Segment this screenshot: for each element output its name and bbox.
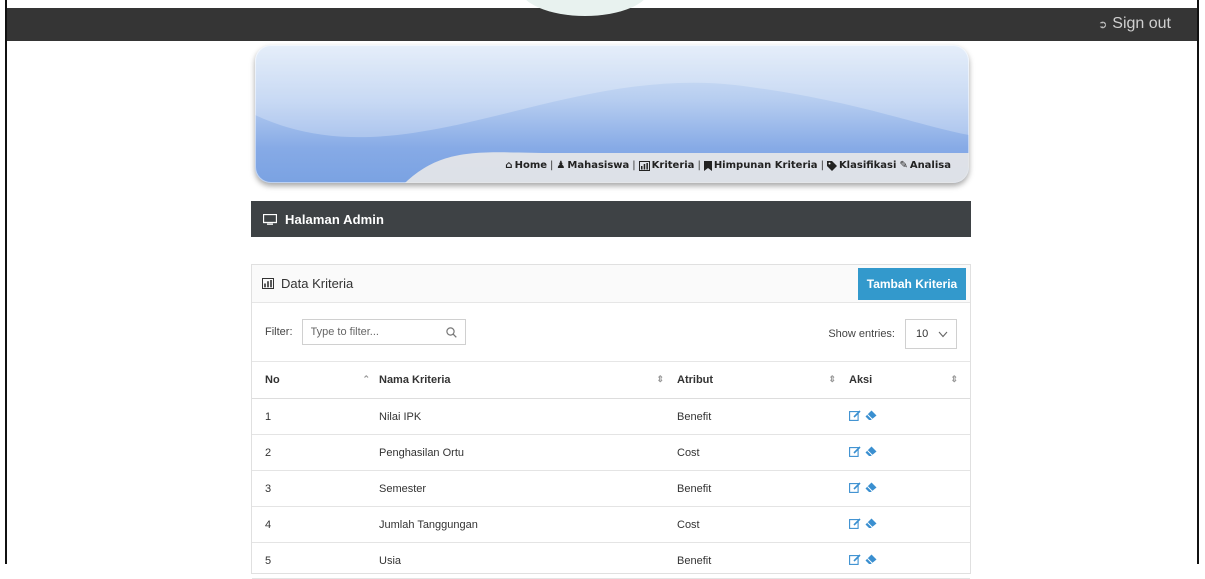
users-icon: ♟ (556, 160, 566, 171)
cell-no: 1 (252, 398, 378, 435)
cell-no: 3 (252, 470, 378, 507)
cell-aksi (848, 506, 970, 543)
sign-out-label: Sign out (1112, 15, 1171, 32)
edit-icon[interactable] (849, 409, 861, 421)
add-kriteria-button[interactable]: Tambah Kriteria (858, 268, 966, 300)
bookmark-icon (703, 160, 712, 171)
column-header-label: No (265, 374, 280, 386)
search-icon (445, 326, 457, 338)
cell-no: 4 (252, 506, 378, 543)
table-row: 4 Jumlah Tanggungan Cost (252, 506, 970, 543)
panel-title-text: Data Kriteria (281, 276, 354, 291)
filter-input[interactable] (310, 326, 441, 338)
entries-value: 10 (916, 328, 929, 340)
edit-icon[interactable] (849, 517, 861, 529)
pencil-icon: ✎ (899, 160, 908, 171)
edit-icon[interactable] (849, 481, 861, 493)
cell-atribut: Benefit (676, 398, 848, 435)
cell-nama: Nilai IPK (378, 398, 676, 435)
erase-icon[interactable] (865, 482, 877, 493)
column-header-label: Aksi (849, 374, 873, 386)
kriteria-table: No ⌃ Nama Kriteria ⇕ Atribut ⇕ Aksi ⇕ 1 … (252, 362, 970, 579)
cell-nama: Penghasilan Ortu (378, 434, 676, 471)
column-header-aksi[interactable]: Aksi ⇕ (848, 362, 970, 399)
table-row: 5 Usia Benefit (252, 542, 970, 579)
main-nav: ⌂ Home | ♟ Mahasiswa | Kriteria | Himpun… (505, 160, 951, 171)
nav-analisa-label: Analisa (909, 160, 951, 171)
column-header-label: Nama Kriteria (379, 374, 451, 386)
edit-icon[interactable] (849, 445, 861, 457)
window-frame-right (1197, 0, 1205, 564)
nav-mahasiswa[interactable]: ♟ Mahasiswa (556, 160, 629, 171)
sort-icon: ⇕ (656, 374, 664, 384)
bar-chart-icon (262, 278, 274, 289)
panel-title: Data Kriteria (262, 276, 353, 291)
panel-header: Data Kriteria Tambah Kriteria (252, 265, 970, 303)
entries-label: Show entries: (828, 328, 895, 340)
nav-kriteria[interactable]: Kriteria (638, 160, 695, 171)
table-toolbar: Filter: Show entries: 10 (252, 303, 970, 362)
nav-separator: | (697, 160, 701, 171)
nav-klasifikasi-label: Klasifikasi (838, 160, 897, 171)
cell-aksi (848, 434, 970, 471)
nav-analisa[interactable]: ✎ Analisa (899, 160, 951, 171)
cell-atribut: Cost (676, 506, 848, 543)
cell-atribut: Benefit (676, 542, 848, 579)
column-header-atribut[interactable]: Atribut ⇕ (676, 362, 848, 399)
header-banner: ⌂ Home | ♟ Mahasiswa | Kriteria | Himpun… (255, 45, 969, 183)
table-row: 2 Penghasilan Ortu Cost (252, 434, 970, 471)
admin-title: Halaman Admin (285, 211, 385, 227)
cell-no: 5 (252, 542, 378, 579)
cell-atribut: Cost (676, 434, 848, 471)
column-header-no[interactable]: No ⌃ (252, 362, 378, 399)
entries-control: Show entries: 10 (828, 319, 957, 349)
column-header-label: Atribut (677, 374, 714, 386)
monitor-icon (263, 213, 277, 225)
tag-icon (826, 160, 837, 171)
sort-asc-icon: ⌃ (362, 374, 370, 384)
chevron-down-icon (938, 331, 948, 337)
nav-home[interactable]: ⌂ Home (505, 160, 547, 171)
nav-separator: | (820, 160, 824, 171)
nav-himpunan-kriteria[interactable]: Himpunan Kriteria (703, 160, 818, 171)
entries-select[interactable]: 10 (905, 319, 957, 349)
table-row: 3 Semester Benefit (252, 470, 970, 507)
erase-icon[interactable] (865, 518, 877, 529)
sign-out-icon: ➲ (1098, 18, 1108, 31)
nav-klasifikasi[interactable]: Klasifikasi (826, 160, 897, 171)
erase-icon[interactable] (865, 554, 877, 565)
cell-nama: Semester (378, 470, 676, 507)
admin-header: Halaman Admin (251, 201, 971, 237)
sort-icon: ⇕ (950, 374, 958, 384)
edit-icon[interactable] (849, 553, 861, 565)
nav-separator: | (550, 160, 554, 171)
nav-kriteria-label: Kriteria (651, 160, 695, 171)
filter-box (301, 319, 466, 345)
cell-atribut: Benefit (676, 470, 848, 507)
nav-home-label: Home (514, 160, 548, 171)
table-row: 1 Nilai IPK Benefit (252, 398, 970, 435)
erase-icon[interactable] (865, 446, 877, 457)
home-icon: ⌂ (505, 160, 513, 171)
cell-nama: Usia (378, 542, 676, 579)
column-header-nama[interactable]: Nama Kriteria ⇕ (378, 362, 676, 399)
sort-icon: ⇕ (828, 374, 836, 384)
nav-mahasiswa-label: Mahasiswa (567, 160, 630, 171)
cell-aksi (848, 542, 970, 579)
nav-separator: | (632, 160, 636, 171)
bar-chart-icon (638, 160, 650, 171)
cell-aksi (848, 398, 970, 435)
table-header-row: No ⌃ Nama Kriteria ⇕ Atribut ⇕ Aksi ⇕ (252, 362, 970, 399)
cell-nama: Jumlah Tanggungan (378, 506, 676, 543)
data-kriteria-panel: Data Kriteria Tambah Kriteria Filter: Sh… (251, 264, 971, 579)
cell-no: 2 (252, 434, 378, 471)
cell-aksi (848, 470, 970, 507)
window-frame-left (0, 0, 7, 564)
erase-icon[interactable] (865, 410, 877, 421)
filter-label: Filter: (265, 326, 293, 338)
sign-out-link[interactable]: ➲ Sign out (1098, 15, 1171, 33)
nav-himpunan-label: Himpunan Kriteria (713, 160, 818, 171)
